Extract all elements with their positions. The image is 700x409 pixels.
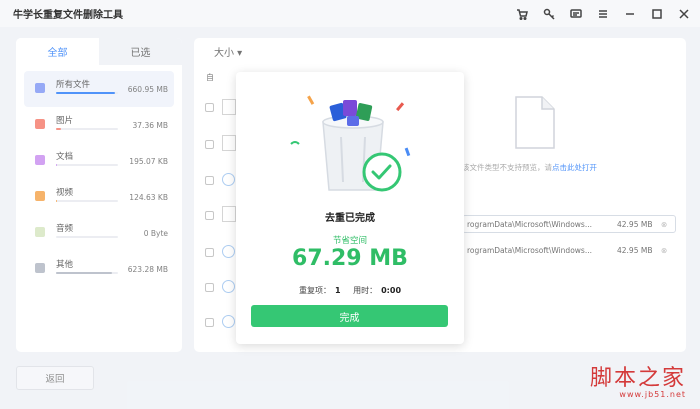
key-icon[interactable] (542, 7, 555, 20)
completion-dialog: 去重已完成 节省空间 67.29 MB 重复项： 1 用时： 0:00 完成 (236, 72, 464, 344)
menu-icon[interactable] (596, 7, 609, 20)
watermark: 脚本之家 www.jb51.net (590, 360, 686, 399)
result-stats: 重复项： 1 用时： 0:00 (236, 285, 464, 296)
maximize-icon[interactable] (650, 7, 663, 20)
cart-icon[interactable] (515, 7, 528, 20)
feedback-icon[interactable] (569, 7, 582, 20)
duplicates-value: 1 (334, 286, 341, 295)
close-icon[interactable] (677, 7, 690, 20)
trash-bin-illustration (290, 95, 411, 192)
window-controls (515, 0, 690, 27)
done-button[interactable]: 完成 (251, 305, 448, 327)
dialog-title: 去重已完成 (325, 213, 375, 224)
time-value: 0:00 (381, 286, 402, 295)
time-label: 用时： (353, 286, 378, 295)
app-title: 牛学长重复文件删除工具 (13, 10, 123, 21)
saved-space-value: 67.29 MB (292, 246, 408, 271)
saved-space-label: 节省空间 (332, 236, 367, 246)
title-bar: 牛学长重复文件删除工具 (0, 0, 700, 27)
duplicates-label: 重复项： (298, 286, 331, 295)
watermark-title: 脚本之家 (589, 366, 686, 391)
minimize-icon[interactable] (623, 7, 636, 20)
